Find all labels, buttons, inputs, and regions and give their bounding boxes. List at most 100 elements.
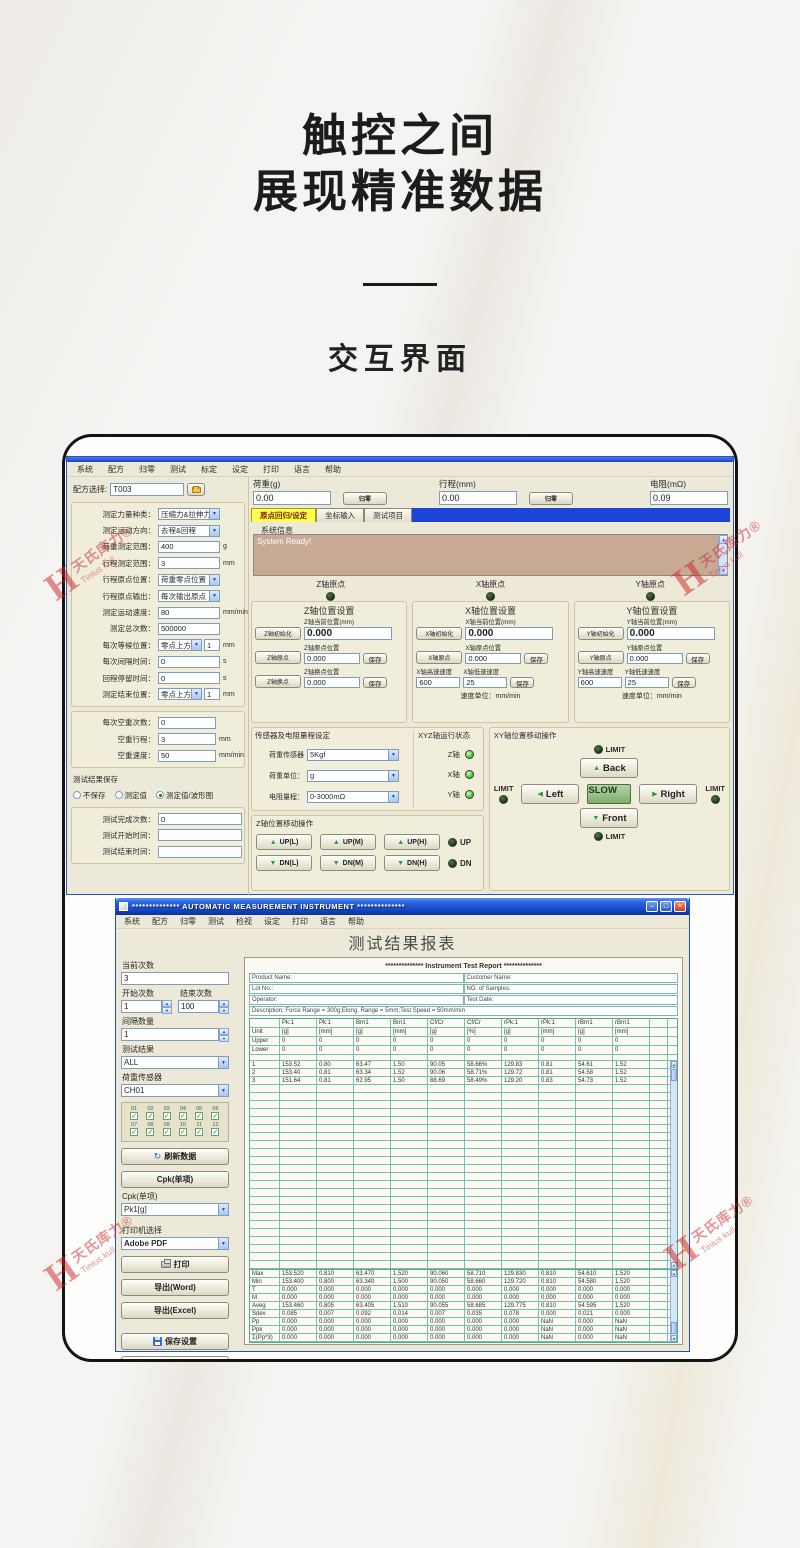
position-input[interactable] xyxy=(304,653,360,664)
end-count-input[interactable] xyxy=(178,1000,219,1013)
spin-down-icon[interactable]: ▼ xyxy=(162,1007,172,1014)
back-button[interactable]: ↩ 返回 xyxy=(121,1356,229,1362)
slow-button[interactable]: SLOW xyxy=(587,784,631,804)
chevron-down-icon[interactable]: ▼ xyxy=(209,591,219,601)
speed-input[interactable] xyxy=(416,677,460,688)
scroll-thumb[interactable] xyxy=(671,1322,677,1334)
position-input[interactable] xyxy=(465,653,521,664)
save-button[interactable]: 保存 xyxy=(363,677,387,688)
dropdown-select[interactable]: 去程&回程▼ xyxy=(158,525,220,537)
channel-checkbox[interactable]: ✓ xyxy=(211,1112,219,1120)
text-input[interactable] xyxy=(204,639,220,651)
menu-item-设定[interactable]: 设定 xyxy=(232,464,248,475)
test-result-select[interactable]: ALL▼ xyxy=(121,1056,229,1069)
channel-checkbox[interactable]: ✓ xyxy=(195,1128,203,1136)
menu-item-检视[interactable]: 检视 xyxy=(236,916,252,927)
data-scrollbar[interactable]: ▲▼ xyxy=(670,1061,677,1269)
chevron-down-icon[interactable]: ▼ xyxy=(218,1057,228,1068)
text-input[interactable] xyxy=(158,717,216,729)
dropdown-select[interactable]: 零点上方▼ xyxy=(158,639,202,651)
recipe-input[interactable] xyxy=(110,483,184,496)
speed-input[interactable] xyxy=(463,677,507,688)
menu-item-帮助[interactable]: 帮助 xyxy=(348,916,364,927)
interval-stepper[interactable]: ▲▼ xyxy=(121,1028,237,1041)
channel-checkbox[interactable]: ✓ xyxy=(146,1128,154,1136)
dropdown-select[interactable]: 压缩力&拉伸力▼ xyxy=(158,508,220,520)
refresh-data-button[interactable]: ↻ 刷新数据 xyxy=(121,1148,229,1165)
menu-item-帮助[interactable]: 帮助 xyxy=(325,464,341,475)
window2-titlebar[interactable]: ************** AUTOMATIC MEASUREMENT INS… xyxy=(116,898,689,915)
text-input[interactable] xyxy=(158,846,242,858)
text-input[interactable] xyxy=(158,656,220,668)
tab-坐标输入[interactable]: 坐标输入 xyxy=(316,508,364,522)
menu-item-归零[interactable]: 归零 xyxy=(180,916,196,927)
scroll-up-icon[interactable]: ▲ xyxy=(719,535,728,544)
axis-action-button[interactable]: X轴原点 xyxy=(416,651,462,664)
chevron-down-icon[interactable]: ▼ xyxy=(388,750,398,760)
channel-checkbox[interactable]: ✓ xyxy=(146,1112,154,1120)
maximize-button[interactable]: □ xyxy=(660,901,672,912)
text-input[interactable] xyxy=(158,750,216,762)
position-input[interactable] xyxy=(627,653,683,664)
jog-upm-button[interactable]: ▲UP(M) xyxy=(320,834,376,850)
radio-button[interactable] xyxy=(73,791,81,799)
axis-action-button[interactable]: Z轴换点 xyxy=(255,675,301,688)
operator-field[interactable]: Operator: xyxy=(249,995,464,1005)
readout-value[interactable] xyxy=(650,491,728,505)
tab-测试项目[interactable]: 测试项目 xyxy=(364,508,412,522)
spin-up-icon[interactable]: ▲ xyxy=(162,1000,172,1007)
lot-no-field[interactable]: Lot No.: xyxy=(249,984,464,994)
printer-select[interactable]: Adobe PDF▼ xyxy=(121,1237,229,1250)
menu-item-系统[interactable]: 系统 xyxy=(124,916,140,927)
axis-action-button[interactable]: Y轴原点 xyxy=(578,651,624,664)
print-button[interactable]: 打印 xyxy=(121,1256,229,1273)
zero-button[interactable]: 归零 xyxy=(343,492,387,505)
cpk-button[interactable]: Cpk(单项) xyxy=(121,1171,229,1188)
save-button[interactable]: 保存 xyxy=(524,653,548,664)
menu-item-打印[interactable]: 打印 xyxy=(263,464,279,475)
back-button[interactable]: ▲Back xyxy=(580,758,638,778)
chevron-down-icon[interactable]: ▼ xyxy=(191,640,201,650)
chevron-down-icon[interactable]: ▼ xyxy=(388,771,398,781)
start-count-stepper[interactable]: ▲▼ xyxy=(121,1000,172,1013)
menu-item-配方[interactable]: 配方 xyxy=(108,464,124,475)
customer-name-field[interactable]: Customer Name: xyxy=(464,973,679,983)
radio-button[interactable] xyxy=(156,791,164,799)
chevron-down-icon[interactable]: ▼ xyxy=(218,1204,228,1215)
browse-recipe-button[interactable] xyxy=(187,483,205,496)
chevron-down-icon[interactable]: ▼ xyxy=(209,575,219,585)
text-input[interactable] xyxy=(158,557,220,569)
speed-input[interactable] xyxy=(578,677,622,688)
samples-field[interactable]: NO. of Samples: xyxy=(464,984,679,994)
scroll-up-icon[interactable]: ▲ xyxy=(671,1270,677,1277)
chevron-down-icon[interactable]: ▼ xyxy=(218,1085,228,1096)
save-settings-button[interactable]: 保存设置 xyxy=(121,1333,229,1350)
scrollbar[interactable]: ▲ ▼ xyxy=(718,535,727,575)
export-excel-button[interactable]: 导出(Excel) xyxy=(121,1302,229,1319)
menu-item-打印[interactable]: 打印 xyxy=(292,916,308,927)
left-button[interactable]: ◀Left xyxy=(521,784,579,804)
channel-checkbox[interactable]: ✓ xyxy=(130,1128,138,1136)
spin-up-icon[interactable]: ▲ xyxy=(219,1028,229,1035)
menu-item-标定[interactable]: 标定 xyxy=(201,464,217,475)
interval-input[interactable] xyxy=(121,1028,219,1041)
menu-item-系统[interactable]: 系统 xyxy=(77,464,93,475)
channel-checkbox[interactable]: ✓ xyxy=(130,1112,138,1120)
menu-item-语言[interactable]: 语言 xyxy=(294,464,310,475)
position-input[interactable] xyxy=(627,627,715,640)
radio-button[interactable] xyxy=(115,791,123,799)
text-input[interactable] xyxy=(204,688,220,700)
save-button[interactable]: 保存 xyxy=(510,677,534,688)
save-button[interactable]: 保存 xyxy=(672,677,696,688)
text-input[interactable] xyxy=(158,623,220,635)
jog-uph-button[interactable]: ▲UP(H) xyxy=(384,834,440,850)
text-input[interactable] xyxy=(158,733,216,745)
tab-原点回归/设定[interactable]: 原点回归/设定 xyxy=(251,508,316,522)
chevron-down-icon[interactable]: ▼ xyxy=(209,526,219,536)
text-input[interactable] xyxy=(158,672,220,684)
scroll-down-icon[interactable]: ▼ xyxy=(719,566,728,575)
channel-checkbox[interactable]: ✓ xyxy=(163,1128,171,1136)
channel-checkbox[interactable]: ✓ xyxy=(163,1112,171,1120)
zero-button[interactable]: 归零 xyxy=(529,492,573,505)
axis-action-button[interactable]: Y轴初始化 xyxy=(578,627,624,640)
